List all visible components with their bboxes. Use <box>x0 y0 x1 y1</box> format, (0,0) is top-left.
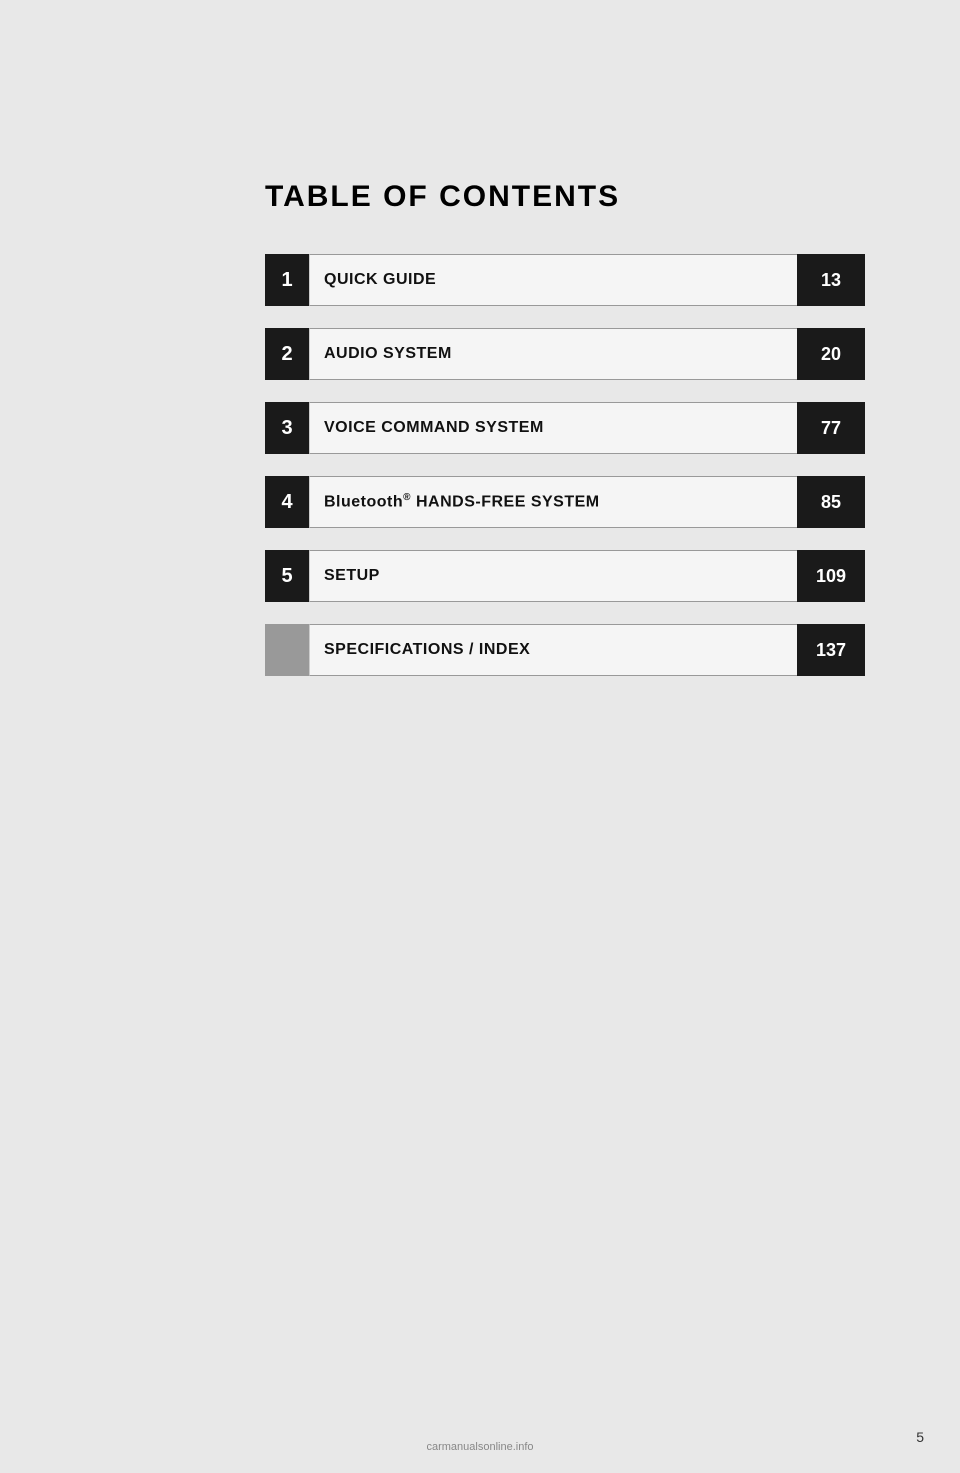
toc-entry-2[interactable]: 2 AUDIO SYSTEM 20 <box>265 328 865 380</box>
content-area: TABLE OF CONTENTS 1 QUICK GUIDE 13 2 AUD… <box>265 180 865 698</box>
toc-page-3: 77 <box>797 402 865 454</box>
toc-number-6 <box>265 624 309 676</box>
toc-label-5: SETUP <box>324 567 380 585</box>
toc-page-2: 20 <box>797 328 865 380</box>
toc-label-box-6: SPECIFICATIONS / INDEX <box>309 624 797 676</box>
toc-entry-1[interactable]: 1 QUICK GUIDE 13 <box>265 254 865 306</box>
toc-label-6: SPECIFICATIONS / INDEX <box>324 641 530 659</box>
toc-entry-6[interactable]: SPECIFICATIONS / INDEX 137 <box>265 624 865 676</box>
toc-label-box-1: QUICK GUIDE <box>309 254 797 306</box>
toc-number-1: 1 <box>265 254 309 306</box>
toc-label-box-2: AUDIO SYSTEM <box>309 328 797 380</box>
toc-label-2: AUDIO SYSTEM <box>324 345 452 363</box>
toc-label-3: VOICE COMMAND SYSTEM <box>324 419 544 437</box>
toc-label-box-4: Bluetooth® HANDS-FREE SYSTEM <box>309 476 797 528</box>
toc-page-4: 85 <box>797 476 865 528</box>
toc-label-4: Bluetooth® HANDS-FREE SYSTEM <box>324 492 600 511</box>
watermark: carmanualsonline.info <box>0 1441 960 1453</box>
toc-label-box-5: SETUP <box>309 550 797 602</box>
page: TABLE OF CONTENTS 1 QUICK GUIDE 13 2 AUD… <box>0 0 960 1473</box>
toc-entry-3[interactable]: 3 VOICE COMMAND SYSTEM 77 <box>265 402 865 454</box>
toc-number-4: 4 <box>265 476 309 528</box>
toc-entry-5[interactable]: 5 SETUP 109 <box>265 550 865 602</box>
page-title: TABLE OF CONTENTS <box>265 180 865 214</box>
toc-label-box-3: VOICE COMMAND SYSTEM <box>309 402 797 454</box>
toc-number-5: 5 <box>265 550 309 602</box>
toc-page-5: 109 <box>797 550 865 602</box>
toc-number-2: 2 <box>265 328 309 380</box>
toc-label-1: QUICK GUIDE <box>324 271 436 289</box>
toc-page-6: 137 <box>797 624 865 676</box>
toc-page-1: 13 <box>797 254 865 306</box>
toc-entry-4[interactable]: 4 Bluetooth® HANDS-FREE SYSTEM 85 <box>265 476 865 528</box>
toc-number-3: 3 <box>265 402 309 454</box>
